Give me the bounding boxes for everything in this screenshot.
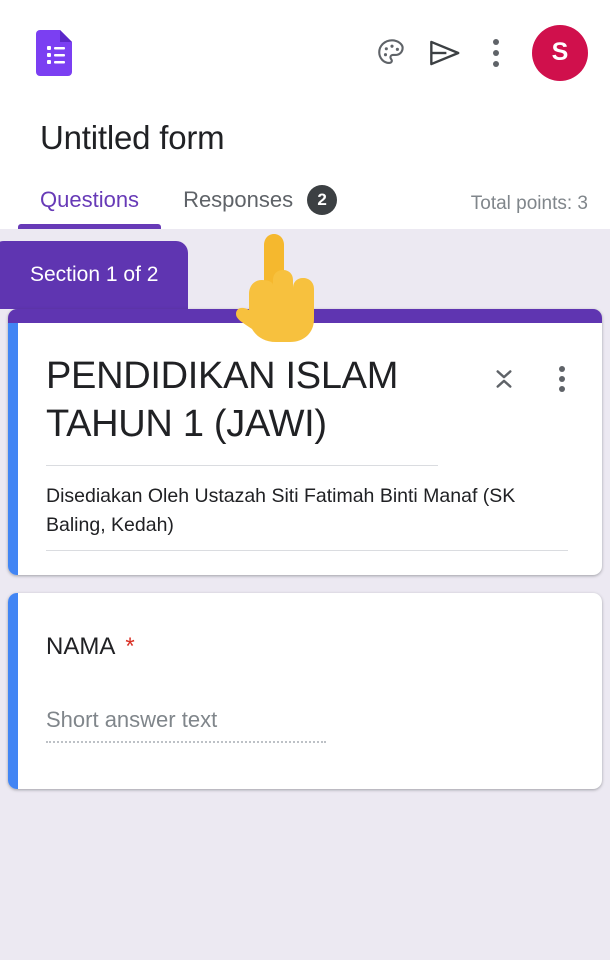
page-title[interactable]: Untitled form [0,105,610,157]
required-asterisk: * [125,633,135,660]
short-answer-field[interactable]: Short answer text [46,707,326,743]
question-card[interactable]: NAMA * Short answer text [8,593,602,789]
tab-questions[interactable]: Questions [18,183,162,229]
title-underline [46,464,438,466]
google-forms-editor: S Untitled form Questions Responses 2 To… [0,0,610,960]
short-answer-underline [46,741,326,743]
form-header-card[interactable]: PENDIDIKAN ISLAM TAHUN 1 (JAWI) Disediak… [8,309,602,575]
header-card-menu-icon[interactable] [548,361,576,397]
question-accent-bar [8,593,18,789]
section-tab-strip: Section 1 of 2 [0,229,610,309]
palette-icon[interactable] [366,27,418,79]
total-points-label: Total points: 3 [470,193,588,214]
send-icon[interactable] [418,27,470,79]
google-forms-icon[interactable] [36,29,76,76]
short-answer-placeholder: Short answer text [46,707,218,732]
more-options-icon[interactable] [470,27,522,79]
tab-responses[interactable]: Responses 2 [161,183,359,229]
description-underline [46,550,568,551]
collapse-icon[interactable] [486,361,522,397]
responses-count-badge: 2 [307,185,338,215]
question-card-content: NAMA * Short answer text [8,593,602,789]
tab-bar: Questions Responses 2 Total points: 3 [0,157,610,229]
section-tab-label: Section 1 of 2 [30,263,159,286]
top-toolbar: S [0,0,610,105]
tab-responses-label: Responses [183,187,294,212]
card-accent-bar [8,323,18,575]
question-title-text: NAMA [46,633,116,660]
question-title[interactable]: NAMA * [46,633,568,661]
form-description-field[interactable]: Disediakan Oleh Ustazah Siti Fatimah Bin… [46,482,568,541]
tab-questions-label: Questions [40,187,140,212]
avatar[interactable]: S [532,24,588,81]
form-body: Section 1 of 2 PENDIDIKAN ISLAM TAHUN 1 … [0,229,610,960]
section-tab[interactable]: Section 1 of 2 [0,241,189,309]
header-card-actions [486,361,576,397]
